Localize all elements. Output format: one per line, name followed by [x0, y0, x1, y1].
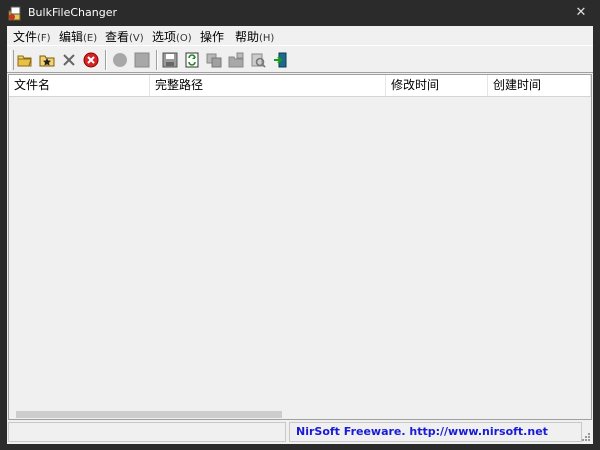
list-header: 文件名 完整路径 修改时间 创建时间: [9, 75, 591, 97]
refresh-icon[interactable]: [182, 50, 202, 70]
window-title: BulkFileChanger: [28, 6, 117, 19]
title-bar[interactable]: BulkFileChanger ✕: [0, 0, 600, 26]
menu-edit-label: 编辑: [59, 30, 84, 44]
folder-small-icon[interactable]: [226, 50, 246, 70]
stop-icon[interactable]: [81, 50, 101, 70]
close-button[interactable]: ✕: [570, 3, 592, 23]
status-pane-left: [8, 422, 286, 442]
resize-grip-icon[interactable]: [581, 432, 591, 442]
menu-edit[interactable]: 编辑(E): [59, 28, 97, 45]
menu-help-accel: (H): [259, 33, 275, 44]
toolbar-separator: [156, 50, 158, 70]
menu-bar: 文件(F) 编辑(E) 查看(V) 选项(O) 操作 帮助(H): [7, 26, 593, 45]
menu-file-accel: (F): [37, 33, 51, 44]
copy-icon[interactable]: [204, 50, 224, 70]
delete-icon[interactable]: [59, 50, 79, 70]
menu-view-label: 查看: [105, 30, 130, 44]
toolbar: [7, 45, 593, 73]
file-list[interactable]: 文件名 完整路径 修改时间 创建时间: [8, 74, 592, 420]
app-icon: [8, 6, 21, 21]
status-bar: NirSoft Freeware. http://www.nirsoft.net: [7, 420, 593, 444]
exit-icon[interactable]: [270, 50, 290, 70]
horizontal-scrollbar[interactable]: [9, 410, 591, 419]
square-icon[interactable]: [132, 50, 152, 70]
menu-options-label: 选项: [152, 30, 177, 44]
menu-options[interactable]: 选项(O): [152, 28, 192, 45]
column-header-created[interactable]: 创建时间: [488, 75, 591, 96]
menu-file-label: 文件: [13, 30, 38, 44]
column-header-filename[interactable]: 文件名: [9, 75, 150, 96]
column-header-modified[interactable]: 修改时间: [386, 75, 488, 96]
status-pane-link[interactable]: NirSoft Freeware. http://www.nirsoft.net: [289, 422, 582, 442]
menu-options-accel: (O): [176, 33, 192, 44]
client-area: 文件(F) 编辑(E) 查看(V) 选项(O) 操作 帮助(H) 文件名 完整路…: [7, 26, 593, 444]
menu-view-accel: (V): [129, 33, 144, 44]
column-header-fullpath[interactable]: 完整路径: [150, 75, 386, 96]
menu-view[interactable]: 查看(V): [105, 28, 144, 45]
menu-edit-accel: (E): [83, 33, 98, 44]
menu-actions-label: 操作: [200, 30, 225, 44]
toolbar-grip[interactable]: [10, 50, 14, 70]
menu-file[interactable]: 文件(F): [13, 28, 51, 45]
open-folder-icon[interactable]: [15, 50, 35, 70]
scrollbar-thumb[interactable]: [16, 411, 282, 418]
toolbar-separator: [105, 50, 107, 70]
menu-help-label: 帮助: [235, 30, 260, 44]
menu-help[interactable]: 帮助(H): [235, 28, 274, 45]
add-folder-icon[interactable]: [37, 50, 57, 70]
menu-actions[interactable]: 操作: [200, 28, 224, 45]
circle-icon[interactable]: [110, 50, 130, 70]
properties-icon[interactable]: [248, 50, 268, 70]
save-icon[interactable]: [160, 50, 180, 70]
app-window: BulkFileChanger ✕ 文件(F) 编辑(E) 查看(V) 选项(O…: [0, 0, 600, 450]
